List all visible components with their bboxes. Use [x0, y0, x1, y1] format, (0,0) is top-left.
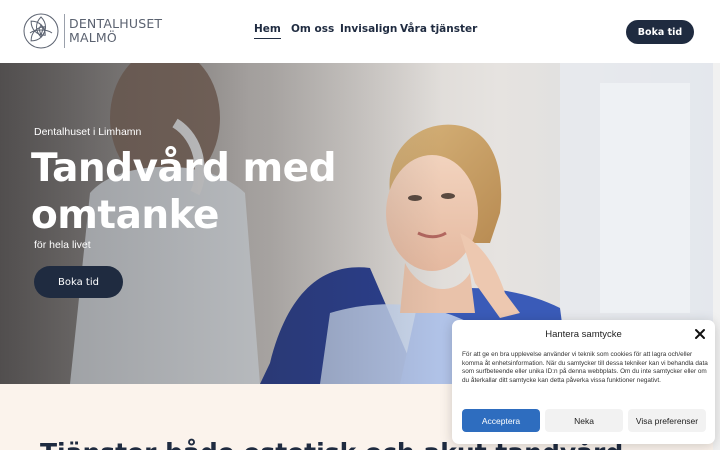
nav-item-hem[interactable]: Hem — [254, 23, 281, 39]
nav-item-invisalign[interactable]: Invisalign — [340, 23, 397, 38]
nav-item-om-oss[interactable]: Om oss — [291, 23, 334, 38]
cookie-body: För att ge en bra upplevelse använder vi… — [462, 351, 708, 385]
hero-book-button[interactable]: Boka tid — [34, 266, 123, 298]
logo-divider — [64, 14, 65, 48]
preferences-button[interactable]: Visa preferenser — [628, 409, 706, 432]
accept-button[interactable]: Acceptera — [462, 409, 540, 432]
deny-button[interactable]: Neka — [545, 409, 623, 432]
cookie-title: Hantera samtycke — [545, 329, 622, 340]
brand-name-line2: MALMÖ — [69, 30, 117, 45]
nav-item-vara-tjanster[interactable]: Våra tjänster — [400, 23, 477, 38]
brand-name: DENTALHUSET MALMÖ — [69, 17, 162, 45]
hero-title: Tandvård med omtanke — [31, 146, 337, 238]
cookie-consent-dialog: Hantera samtycke För att ge en bra upple… — [452, 320, 715, 444]
site-header: DENTALHUSET MALMÖ Hem Om oss Invisalign … — [0, 0, 720, 63]
close-icon[interactable] — [693, 327, 707, 341]
book-appointment-button[interactable]: Boka tid — [626, 20, 694, 44]
lotus-icon — [23, 13, 59, 49]
brand-logo[interactable]: DENTALHUSET MALMÖ — [21, 11, 162, 51]
hero-eyebrow: Dentalhuset i Limhamn — [34, 126, 142, 138]
hero-subtitle: för hela livet — [34, 239, 91, 251]
brand-name-line1: DENTALHUSET — [69, 16, 163, 31]
